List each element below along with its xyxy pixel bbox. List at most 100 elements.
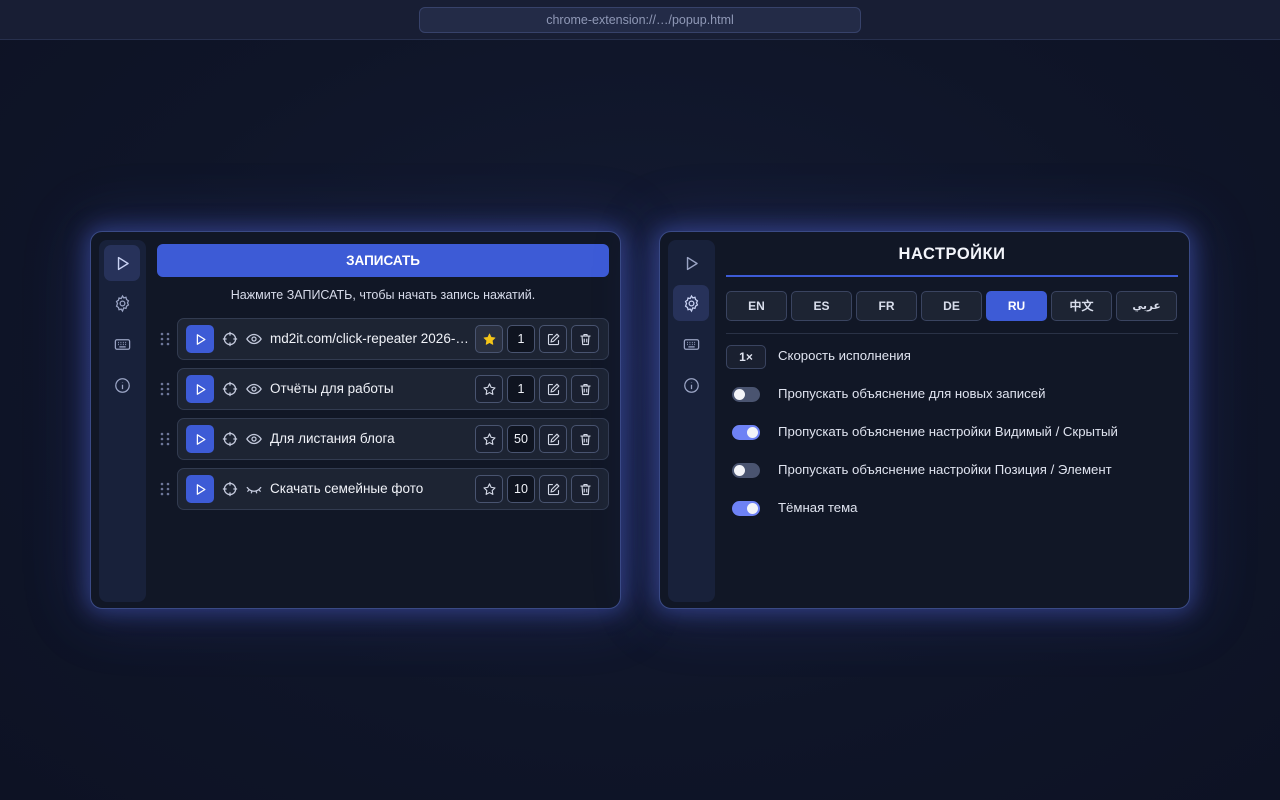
browser-toolbar: chrome-extension://…/popup.html — [0, 0, 1280, 40]
nav-info-tab[interactable] — [104, 367, 140, 403]
favorite-button[interactable] — [475, 325, 503, 353]
delete-button[interactable] — [571, 425, 599, 453]
recording-title: Отчёты для работы — [270, 381, 394, 396]
drag-handle-icon[interactable] — [159, 381, 171, 397]
crosshair-icon[interactable] — [221, 480, 239, 498]
play-recording-button[interactable] — [186, 325, 214, 353]
settings-popup: НАСТРОЙКИ EN ES FR DE RU 中文 عربي 1× Скор… — [659, 231, 1190, 609]
repeat-count-input[interactable]: 50 — [507, 425, 535, 453]
crosshair-icon[interactable] — [221, 330, 239, 348]
star-icon — [482, 432, 496, 445]
delete-button[interactable] — [571, 375, 599, 403]
delete-button[interactable] — [571, 325, 599, 353]
eye-icon[interactable] — [245, 430, 263, 448]
nav-settings-tab[interactable] — [104, 285, 140, 321]
lang-button-ru[interactable]: RU — [986, 291, 1047, 321]
nav-shortcuts-tab[interactable] — [104, 326, 140, 362]
delete-button[interactable] — [571, 475, 599, 503]
option-label: Пропускать объяснение для новых записей — [778, 386, 1046, 401]
edit-button[interactable] — [539, 425, 567, 453]
favorite-button[interactable] — [475, 375, 503, 403]
side-navigation — [668, 240, 715, 602]
edit-icon — [547, 383, 559, 395]
nav-play-tab[interactable] — [673, 245, 709, 281]
title-underline — [726, 275, 1178, 277]
trash-icon — [580, 433, 590, 445]
play-icon — [196, 433, 205, 445]
drag-handle-icon[interactable] — [159, 431, 171, 447]
divider — [726, 333, 1178, 334]
drag-handle-icon[interactable] — [159, 331, 171, 347]
record-hint: Нажмите ЗАПИСАТЬ, чтобы начать запись на… — [230, 288, 536, 302]
toggle-skip-visibility[interactable] — [732, 425, 760, 440]
lang-button-zh[interactable]: 中文 — [1051, 291, 1112, 321]
record-button[interactable]: ЗАПИСАТЬ — [157, 244, 609, 277]
repeat-count-input[interactable]: 1 — [507, 375, 535, 403]
keyboard-icon — [114, 338, 130, 350]
edit-button[interactable] — [539, 325, 567, 353]
play-recording-button[interactable] — [186, 425, 214, 453]
play-recording-button[interactable] — [186, 375, 214, 403]
star-icon — [482, 382, 496, 395]
crosshair-icon[interactable] — [221, 380, 239, 398]
lang-button-es[interactable]: ES — [791, 291, 852, 321]
eye-icon[interactable] — [245, 330, 263, 348]
recording-item: Скачать семейные фото 10 — [177, 468, 609, 510]
lang-button-fr[interactable]: FR — [856, 291, 917, 321]
recording-item: Для листания блога 50 — [177, 418, 609, 460]
play-recording-button[interactable] — [186, 475, 214, 503]
play-icon — [117, 256, 129, 270]
play-icon — [686, 256, 698, 270]
play-icon — [196, 333, 205, 345]
trash-icon — [580, 483, 590, 495]
recording-item: Отчёты для работы 1 — [177, 368, 609, 410]
nav-settings-tab[interactable] — [673, 285, 709, 321]
option-label: Тёмная тема — [778, 500, 858, 515]
keyboard-icon — [683, 338, 699, 350]
gear-icon — [684, 294, 698, 312]
star-icon — [483, 333, 495, 345]
edit-button[interactable] — [539, 475, 567, 503]
trash-icon — [580, 383, 590, 395]
info-icon — [114, 377, 130, 393]
recording-title: Скачать семейные фото — [270, 481, 424, 496]
trash-icon — [580, 333, 590, 345]
nav-info-tab[interactable] — [673, 367, 709, 403]
eye-closed-icon[interactable] — [245, 480, 263, 498]
edit-icon — [547, 433, 559, 445]
favorite-button[interactable] — [475, 475, 503, 503]
edit-icon — [547, 483, 559, 495]
play-icon — [196, 483, 205, 495]
nav-shortcuts-tab[interactable] — [673, 326, 709, 362]
recording-title: md2it.com/click-repeater 2026-… — [270, 331, 469, 346]
toggle-dark-theme[interactable] — [732, 501, 760, 516]
lang-button-en[interactable]: EN — [726, 291, 787, 321]
side-navigation — [99, 240, 146, 602]
settings-title: НАСТРОЙКИ — [898, 245, 1006, 263]
lang-button-ar[interactable]: عربي — [1116, 291, 1177, 321]
edit-button[interactable] — [539, 375, 567, 403]
recording-item: md2it.com/click-repeater 2026-… 1 — [177, 318, 609, 360]
toggle-skip-new-records[interactable] — [732, 387, 760, 402]
star-icon — [482, 482, 496, 495]
toggle-skip-position[interactable] — [732, 463, 760, 478]
play-icon — [196, 383, 205, 395]
option-label: Пропускать объяснение настройки Видимый … — [778, 424, 1118, 439]
option-label: Пропускать объяснение настройки Позиция … — [778, 462, 1112, 477]
drag-handle-icon[interactable] — [159, 481, 171, 497]
edit-icon — [547, 333, 559, 345]
eye-icon[interactable] — [245, 380, 263, 398]
nav-play-tab[interactable] — [104, 245, 140, 281]
repeat-count-input[interactable]: 1 — [507, 325, 535, 353]
recorder-popup: ЗАПИСАТЬ Нажмите ЗАПИСАТЬ, чтобы начать … — [90, 231, 621, 609]
speed-selector[interactable]: 1× — [726, 345, 766, 369]
address-bar[interactable]: chrome-extension://…/popup.html — [419, 7, 861, 33]
info-icon — [683, 377, 699, 393]
repeat-count-input[interactable]: 10 — [507, 475, 535, 503]
lang-button-de[interactable]: DE — [921, 291, 982, 321]
favorite-button[interactable] — [475, 425, 503, 453]
gear-icon — [115, 294, 129, 312]
crosshair-icon[interactable] — [221, 430, 239, 448]
recording-title: Для листания блога — [270, 431, 395, 446]
speed-label: Скорость исполнения — [778, 348, 911, 363]
